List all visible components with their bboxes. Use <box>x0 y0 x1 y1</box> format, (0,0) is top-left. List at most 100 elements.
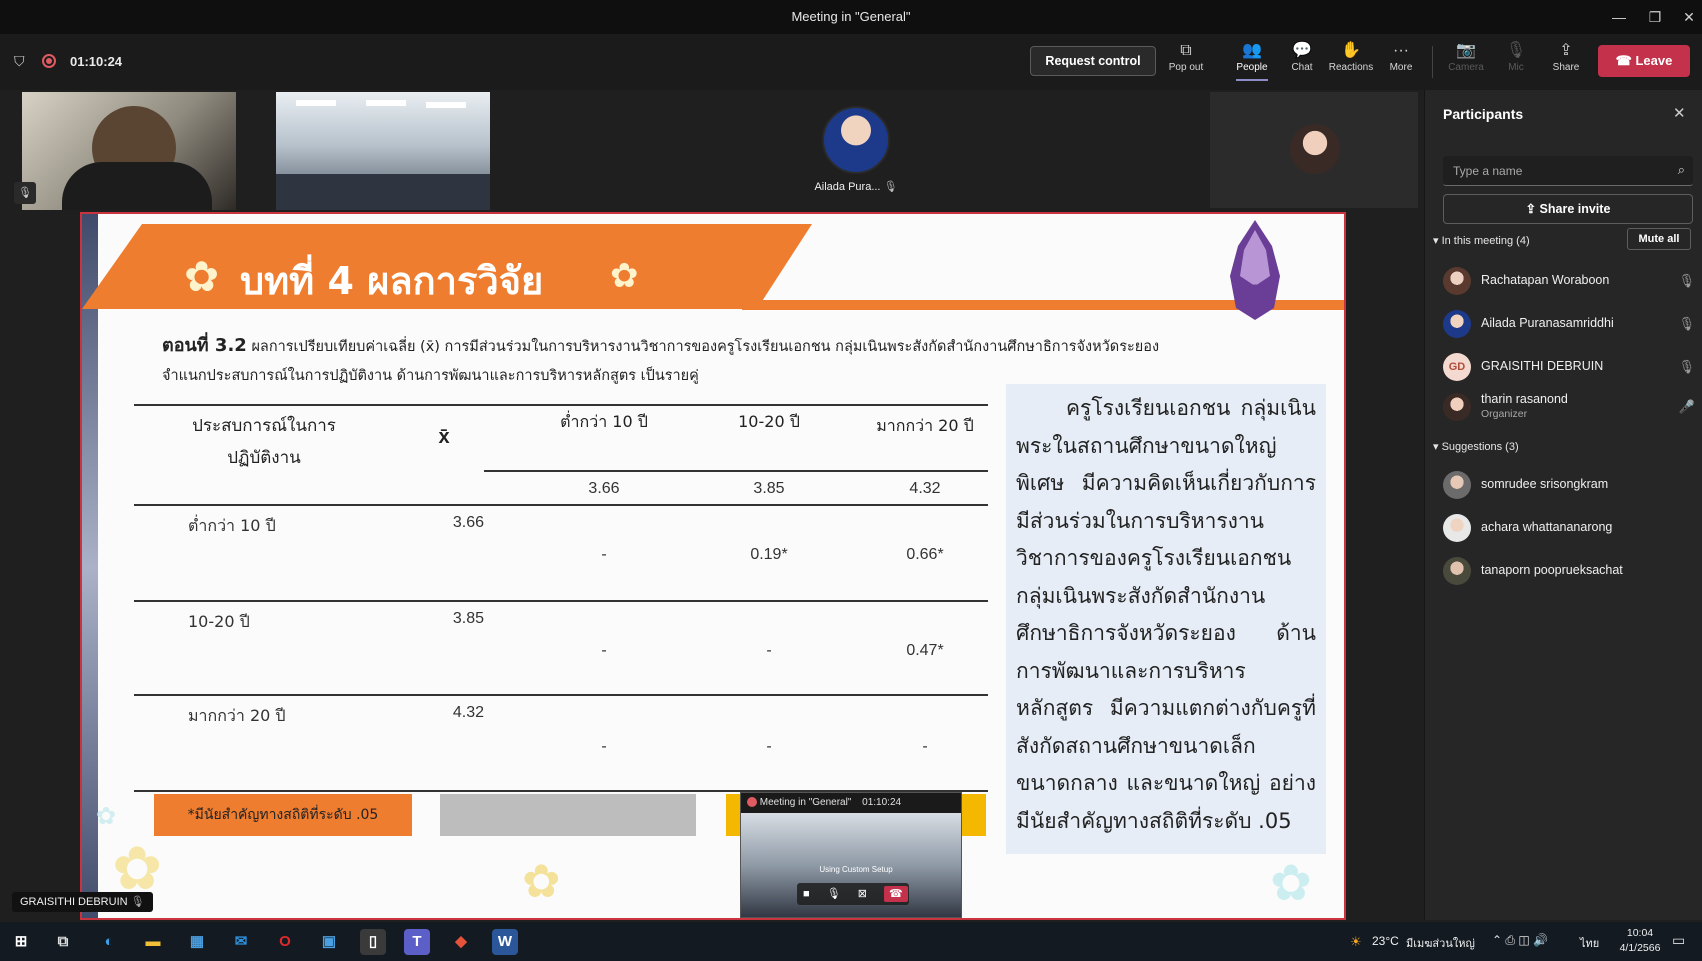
table-cell: - <box>601 642 607 659</box>
participant-row[interactable]: Rachatapan Woraboon 🎙 <box>1443 264 1695 300</box>
more-button[interactable]: ··· More <box>1375 40 1427 73</box>
people-button[interactable]: 👥 People <box>1226 40 1278 81</box>
avatar <box>1443 471 1471 499</box>
video-tile-room[interactable] <box>276 92 490 210</box>
reactions-icon: ✋ <box>1341 42 1361 59</box>
summary-box: ครูโรงเรียนเอกชน กลุ่มเนินพระในสถานศึกษา… <box>1006 384 1326 854</box>
col-mean: 3.85 <box>753 480 785 497</box>
file-explorer-icon[interactable]: ▬ <box>140 929 166 955</box>
input-language[interactable]: ไทย <box>1580 934 1599 952</box>
task-view-icon[interactable]: ⧉ <box>50 929 76 955</box>
suggestion-row[interactable]: somrudee srisongkram <box>1443 468 1695 504</box>
restore-icon[interactable]: ❐ <box>1644 6 1666 28</box>
gray-bar <box>440 794 696 836</box>
ceiling-light <box>366 100 406 106</box>
search-input[interactable]: Type a name ⌕ <box>1443 156 1693 186</box>
edge-icon[interactable]: ◐ <box>96 929 122 955</box>
col-header: 10-20 ปี <box>738 412 800 431</box>
camera-icon[interactable]: ■ <box>803 888 810 900</box>
photos-icon[interactable]: ▣ <box>316 929 342 955</box>
muted-mic-icon: 🎙 <box>130 896 145 908</box>
person-body <box>62 162 212 210</box>
word-icon[interactable]: W <box>492 929 518 955</box>
mic-icon: 🎤 <box>1678 399 1695 414</box>
table-cell: - <box>601 546 607 563</box>
paint-icon[interactable]: ◆ <box>448 929 474 955</box>
system-tray-icons[interactable]: ⌃ ⎙ ◫ 🔊 <box>1492 933 1548 948</box>
mail-icon[interactable]: ✉ <box>228 929 254 955</box>
share-button[interactable]: ⇪ Share <box>1540 40 1592 73</box>
avatar <box>1443 557 1471 585</box>
col-header: ต่ำกว่า 10 ปี <box>560 412 648 431</box>
section-label: ตอนที่ 3.2 <box>162 335 247 356</box>
mic-button[interactable]: 🎙 Mic <box>1490 40 1542 73</box>
col-header: มากกว่า 20 ปี <box>876 416 974 435</box>
shield-icon: ⛉ <box>14 53 25 69</box>
mini-meeting-window[interactable]: Meeting in "General" 01:10:24 Using Cust… <box>740 792 962 918</box>
weather-temp[interactable]: 23°C <box>1372 934 1399 948</box>
suggestion-row[interactable]: tanaporn pooprueksachat <box>1443 554 1695 590</box>
participant-row[interactable]: Ailada Puranasamriddhi 🎙 <box>1443 307 1695 343</box>
col-mean: 4.32 <box>909 480 941 497</box>
slide-description: ตอนที่ 3.2 ผลการเปรียบเทียบค่าเฉลี่ย (x̄… <box>162 330 1322 359</box>
video-tile-person[interactable] <box>22 92 236 210</box>
flower-decoration-icon: ✿ <box>96 803 117 830</box>
avatar <box>1443 514 1471 542</box>
notification-icon[interactable]: ▭ <box>1672 932 1685 949</box>
suggestions-section[interactable]: ▾ Suggestions (3) <box>1433 440 1519 453</box>
close-window-icon[interactable]: ✕ <box>1678 6 1700 28</box>
window-title: Meeting in "General" <box>791 9 911 24</box>
participant-tile-label: Ailada Pura... 🎙 <box>814 181 898 193</box>
people-icon: 👥 <box>1242 42 1262 59</box>
teams-icon[interactable]: T <box>404 929 430 955</box>
hangup-icon[interactable]: ☎ <box>884 886 908 902</box>
mic-off-icon[interactable]: 🎙 <box>827 888 841 900</box>
weather-text[interactable]: มีเมฆส่วนใหญ่ <box>1406 934 1475 952</box>
toolbar-divider <box>1432 46 1433 78</box>
video-tile-avatar[interactable] <box>1210 92 1418 208</box>
participant-row[interactable]: tharin rasanond Organizer 🎤 <box>1443 390 1695 426</box>
share-icon[interactable]: ⊠ <box>858 888 867 900</box>
chat-button[interactable]: 💬 Chat <box>1276 40 1328 73</box>
notepad-icon[interactable]: ▯ <box>360 929 386 955</box>
windows-start-icon[interactable]: ⊞ <box>8 929 34 955</box>
leave-button[interactable]: ☎ Leave <box>1598 45 1690 77</box>
row-mean: 4.32 <box>452 704 484 721</box>
more-icon: ··· <box>1393 42 1409 59</box>
flower-decoration-icon: ✿ <box>1270 855 1312 911</box>
clock[interactable]: 10:04 4/1/2566 <box>1616 926 1664 956</box>
header-experience: ประสบการณ์ในการ ปฏิบัติงาน <box>192 416 336 468</box>
search-icon: ⌕ <box>1677 162 1685 177</box>
participant-name-tag: GRAISITHI DEBRUIN 🎙 <box>12 892 153 912</box>
camera-button[interactable]: 📷 Camera <box>1440 40 1492 73</box>
table-cell: - <box>922 738 928 755</box>
avatar <box>1443 310 1471 338</box>
share-invite-button[interactable]: ⇪ Share invite <box>1443 194 1693 224</box>
comparison-table: ประสบการณ์ในการ ปฏิบัติงาน x̄ ต่ำกว่า 10… <box>134 404 988 792</box>
store-icon[interactable]: ▦ <box>184 929 210 955</box>
avatar-initials: GD <box>1443 353 1471 381</box>
request-control-button[interactable]: Request control <box>1030 46 1156 76</box>
pop-out-icon: ⧉ <box>1180 42 1192 59</box>
row-label: มากกว่า 20 ปี <box>188 706 286 725</box>
suggestion-row[interactable]: achara whattananarong <box>1443 511 1695 547</box>
mini-controls: ■ 🎙 ⊠ ☎ <box>797 883 909 905</box>
close-panel-icon[interactable]: ✕ <box>1673 104 1686 122</box>
ceiling-light <box>426 102 466 108</box>
pop-out-button[interactable]: ⧉ Pop out <box>1160 40 1212 73</box>
slide-heading: บทที่ 4 ผลการวิจัย <box>240 259 544 303</box>
chevron-down-icon: ▾ <box>1433 441 1442 453</box>
mute-all-button[interactable]: Mute all <box>1627 228 1691 250</box>
meeting-timer: 01:10:24 <box>70 54 123 69</box>
setup-label: Using Custom Setup <box>819 865 893 874</box>
description-line1: ผลการเปรียบเทียบค่าเฉลี่ย (x̄) การมีส่วน… <box>251 339 1160 355</box>
recording-icon <box>747 797 757 808</box>
recording-icon <box>42 54 56 68</box>
mic-off-icon: 🎙 <box>1678 359 1695 374</box>
participant-row[interactable]: GD GRAISITHI DEBRUIN 🎙 <box>1443 350 1695 386</box>
minimize-icon[interactable]: — <box>1608 6 1630 28</box>
share-icon: ⇪ <box>1525 202 1540 216</box>
reactions-button[interactable]: ✋ Reactions <box>1325 40 1377 73</box>
opera-icon[interactable]: O <box>272 929 298 955</box>
in-meeting-section[interactable]: ▾ In this meeting (4) <box>1433 234 1530 247</box>
